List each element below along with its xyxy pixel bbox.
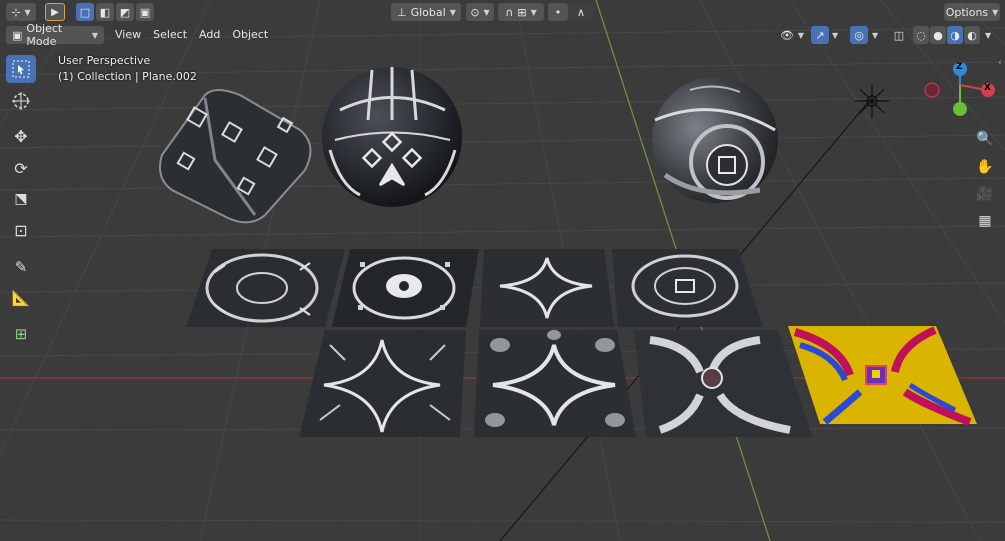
collection-info-label: (1) Collection | Plane.002: [58, 70, 197, 83]
texture-plane-6[interactable]: [474, 330, 636, 437]
menu-add[interactable]: Add: [193, 26, 226, 43]
move-icon[interactable]: ✥: [6, 122, 36, 150]
editor-type-dropdown[interactable]: ⊹ ▼: [6, 3, 36, 21]
overlays-toggle[interactable]: ◎: [850, 26, 868, 44]
select-box-glyph: [12, 60, 30, 78]
visibility-dropdown[interactable]: 👁 ▼: [778, 26, 806, 44]
chevron-down-icon[interactable]: ▼: [872, 31, 878, 40]
gizmo-x-label: X: [984, 83, 991, 93]
rounded-cube-object[interactable]: [159, 89, 312, 224]
proportional-editing-toggle[interactable]: •: [548, 3, 568, 21]
transform-orientation-dropdown[interactable]: ⊥ Global ▼: [391, 3, 461, 21]
annotate-icon[interactable]: ✎: [6, 253, 36, 281]
cursor-glyph: [12, 92, 30, 110]
select-extend-icon[interactable]: ◧: [96, 3, 114, 21]
select-box-icon[interactable]: [6, 55, 36, 83]
shading-modes: ◌ ● ◑ ◐: [913, 26, 980, 44]
sphere-object-2[interactable]: [652, 77, 778, 203]
texture-plane-8-colorful[interactable]: [788, 326, 977, 426]
overlay-circles-icon: ◎: [854, 28, 864, 42]
object-mode-icon: ▣: [12, 28, 23, 42]
select-invert-icon[interactable]: ▣: [136, 3, 154, 21]
sidebar-toggle-icon[interactable]: ‹: [998, 58, 1002, 68]
xray-icon: ◫: [893, 28, 905, 42]
chevron-down-icon: ▼: [483, 7, 490, 17]
texture-plane-5[interactable]: [299, 330, 466, 437]
gizmo-toggle[interactable]: ↗: [811, 26, 829, 44]
pivot-icon: ⊙: [470, 5, 480, 19]
viewport-top-toolbar: ⊹ ▼ ▶ □ ◧ ◩ ▣ ⊥ Global ▼ ⊙ ▼ ∩ ⊞ ▼ • ∧ Optio…: [0, 0, 1005, 24]
chevron-down-icon[interactable]: ▼: [832, 31, 838, 40]
grid-view-icon[interactable]: ▦: [972, 208, 998, 234]
options-label: Options: [945, 5, 989, 19]
falloff-curve-icon: ∧: [576, 5, 586, 19]
proportional-edit-icon: •: [554, 5, 562, 19]
menu-view[interactable]: View: [109, 26, 147, 43]
sphere-object-1[interactable]: [322, 67, 462, 207]
axis-editor-icon: ⊹: [11, 5, 21, 19]
cursor-icon[interactable]: [6, 87, 36, 115]
camera-icon[interactable]: 🎥: [972, 181, 998, 207]
mode-dropdown[interactable]: ▣ Object Mode ▼: [6, 22, 104, 48]
measure-icon[interactable]: 📐: [6, 284, 36, 312]
light-lamp-icon[interactable]: [855, 84, 889, 118]
gizmo-z-label: Z: [956, 62, 963, 72]
cursor-arrow-icon: ▶: [51, 6, 59, 18]
selection-mode-group: □ ◧ ◩ ▣: [76, 3, 154, 21]
transform-icon[interactable]: ⊡: [6, 216, 36, 244]
wireframe-shading-icon[interactable]: ◌: [913, 26, 929, 44]
rotate-icon[interactable]: ⟳: [6, 154, 36, 182]
header-menus: View Select Add Object: [109, 26, 274, 43]
chevron-down-icon: ▼: [91, 30, 98, 40]
select-subtract-icon[interactable]: ◩: [116, 3, 134, 21]
zoom-icon[interactable]: 🔍: [972, 126, 998, 152]
mode-label: Object Mode: [26, 22, 63, 48]
viewport-header: ▣ Object Mode ▼ View Select Add Object 👁…: [0, 22, 1005, 48]
texture-plane-2[interactable]: [332, 249, 479, 327]
chevron-down-icon: ▼: [797, 30, 805, 40]
solid-shading-icon[interactable]: ●: [930, 26, 946, 44]
chevron-down-icon: ▼: [992, 7, 999, 17]
eye-icon: 👁: [779, 28, 794, 42]
chevron-down-icon: ▼: [530, 7, 537, 17]
chevron-down-icon: ▼: [24, 7, 31, 17]
chevron-down-icon[interactable]: ▼: [985, 31, 991, 40]
orientation-label: Global: [410, 5, 446, 19]
orientation-axis-icon: ⊥: [397, 5, 407, 19]
magnet-icon: ∩: [505, 5, 514, 19]
gizmo-icon: ↗: [815, 28, 825, 42]
menu-select[interactable]: Select: [147, 26, 193, 43]
scale-icon[interactable]: ⬔: [6, 185, 36, 213]
options-dropdown[interactable]: Options ▼: [944, 3, 1000, 21]
navigation-gizmo[interactable]: Z X: [920, 58, 1000, 122]
texture-plane-4[interactable]: [612, 249, 763, 327]
add-cube-icon[interactable]: ⊞: [6, 320, 36, 348]
rendered-shading-icon[interactable]: ◐: [964, 26, 980, 44]
menu-object[interactable]: Object: [226, 26, 274, 43]
texture-plane-3[interactable]: [480, 249, 614, 327]
xray-toggle[interactable]: ◫: [890, 26, 908, 44]
select-tool-button[interactable]: ▶: [45, 3, 65, 21]
pan-hand-icon[interactable]: ✋: [972, 154, 998, 180]
snap-increment-icon: ⊞: [517, 5, 527, 19]
material-shading-icon[interactable]: ◑: [947, 26, 963, 44]
texture-plane-1[interactable]: [186, 249, 345, 327]
snap-toggle[interactable]: ∩ ⊞ ▼: [498, 3, 544, 21]
texture-plane-7[interactable]: [634, 330, 812, 437]
select-new-icon[interactable]: □: [76, 3, 94, 21]
view-name-label: User Perspective: [58, 54, 151, 67]
chevron-down-icon: ▼: [449, 7, 456, 17]
pivot-point-dropdown[interactable]: ⊙ ▼: [466, 3, 494, 21]
falloff-dropdown[interactable]: ∧: [568, 3, 594, 21]
